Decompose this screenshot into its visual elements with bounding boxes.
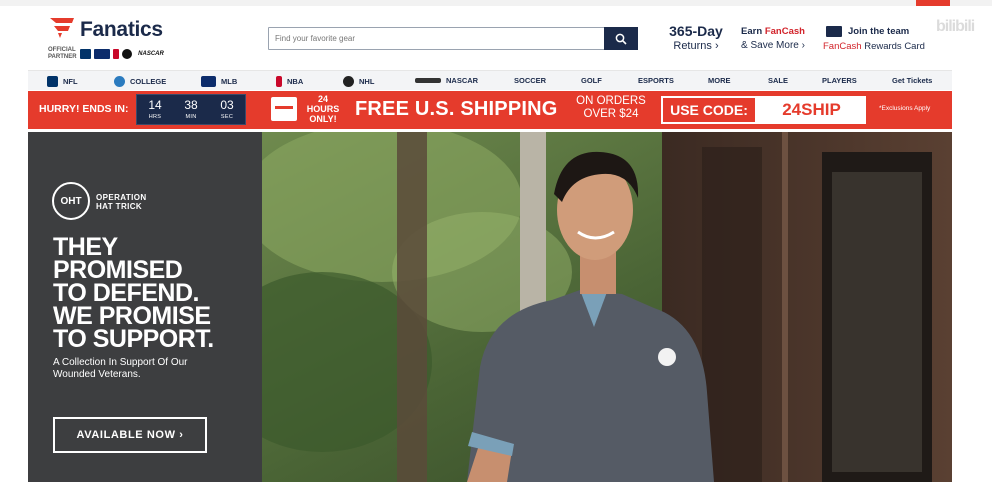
hero-photo-model-polo (262, 132, 952, 482)
nav-item-nascar[interactable]: NASCAR (415, 76, 478, 85)
nav-item-more[interactable]: MORE (708, 76, 731, 85)
nhl-logo-icon (122, 49, 132, 59)
category-nav: NFL COLLEGE MLB NBA NHL NASCAR SOCCER GO… (28, 70, 952, 90)
nav-item-get-tickets[interactable]: Get Tickets (892, 76, 932, 85)
mlb-icon (201, 76, 216, 87)
timer-seconds: 03 SEC (220, 98, 234, 120)
oht-badge-icon: OHT (52, 182, 90, 220)
nav-item-nhl[interactable]: NHL (343, 76, 374, 87)
nav-item-sale[interactable]: SALE (768, 76, 788, 85)
nav-item-college[interactable]: COLLEGE (114, 76, 166, 87)
operation-hat-trick-text: OPERATION HAT TRICK (96, 193, 147, 211)
countdown-timer: 14 HRS 38 MIN 03 SEC (136, 94, 246, 125)
fanatics-logo[interactable]: Fanatics OFFICIAL PARTNER NASCAR (48, 14, 178, 62)
nascar-logo: NASCAR (138, 51, 164, 57)
shipping-box-icon (271, 97, 297, 121)
fancash-earn-line: Earn FanCash (741, 26, 805, 37)
hero-photo-image (262, 132, 952, 482)
credit-card-icon (826, 26, 842, 37)
top-strip (0, 0, 992, 6)
top-red-tab[interactable] (916, 0, 950, 6)
nascar-icon (415, 78, 441, 83)
nhl-icon (343, 76, 354, 87)
hero-subtitle: A Collection In Support Of Our Wounded Ve… (53, 357, 188, 380)
hero-section[interactable]: OHT OPERATION HAT TRICK THEY PROMISED TO … (28, 132, 952, 482)
returns-title: 365-Day (669, 23, 723, 39)
rewards-card-line: FanCash Rewards Card (823, 41, 925, 52)
use-code-label: USE CODE: (661, 96, 757, 124)
fancash-promo[interactable]: Earn FanCash & Save More › (732, 26, 814, 51)
orders-threshold: ON ORDERS OVER $24 (576, 95, 646, 120)
mlb-logo-icon (94, 49, 110, 59)
nav-item-esports[interactable]: ESPORTS (638, 76, 674, 85)
nav-item-players[interactable]: PLAYERS (822, 76, 857, 85)
search-icon (615, 33, 627, 45)
video-watermark: bilibili (936, 18, 975, 35)
nav-item-nba[interactable]: NBA (276, 76, 303, 87)
brand-name: Fanatics (80, 18, 163, 41)
nfl-logo-icon (80, 49, 91, 59)
hurry-label: HURRY! ENDS IN: (39, 103, 129, 115)
timer-hours: 14 HRS (148, 98, 162, 120)
available-now-button[interactable]: AVAILABLE NOW › (53, 417, 207, 453)
free-shipping-text: FREE U.S. SHIPPING (355, 98, 558, 120)
returns-promo[interactable]: 365-Day Returns › (661, 23, 731, 52)
site-header: Fanatics OFFICIAL PARTNER NASCAR 365-Day… (28, 10, 975, 68)
search-input[interactable] (269, 28, 599, 49)
returns-subtitle: Returns › (673, 40, 719, 52)
nav-item-golf[interactable]: GOLF (581, 76, 602, 85)
official-partner-label: OFFICIAL PARTNER (48, 47, 77, 60)
hero-headline: THEY PROMISED TO DEFEND. WE PROMISE TO S… (53, 233, 214, 353)
search-bar (268, 27, 638, 50)
operation-hat-trick-logo: OHT OPERATION HAT TRICK (52, 182, 162, 222)
exclusions-note[interactable]: *Exclusions Apply (879, 105, 930, 112)
free-shipping-banner[interactable]: HURRY! ENDS IN: 14 HRS 38 MIN 03 SEC 24 HOUR… (28, 91, 952, 129)
rewards-card-promo[interactable]: Join the team FanCash Rewards Card (822, 26, 940, 52)
search-button[interactable] (604, 27, 638, 50)
promo-code: 24SHIP (757, 96, 866, 124)
24-hours-only: 24 HOURS ONLY! (306, 94, 340, 124)
nfl-icon (47, 76, 58, 87)
fancash-save-line: & Save More › (741, 40, 805, 51)
hero-text-panel: OHT OPERATION HAT TRICK THEY PROMISED TO … (28, 132, 262, 482)
nba-icon (276, 76, 282, 87)
nba-logo-icon (113, 49, 119, 59)
college-icon (114, 76, 125, 87)
nav-item-soccer[interactable]: SOCCER (514, 76, 546, 85)
fanatics-flag-icon (50, 18, 74, 38)
nav-item-mlb[interactable]: MLB (201, 76, 237, 87)
timer-minutes: 38 MIN (184, 98, 198, 120)
nav-item-nfl[interactable]: NFL (47, 76, 78, 87)
